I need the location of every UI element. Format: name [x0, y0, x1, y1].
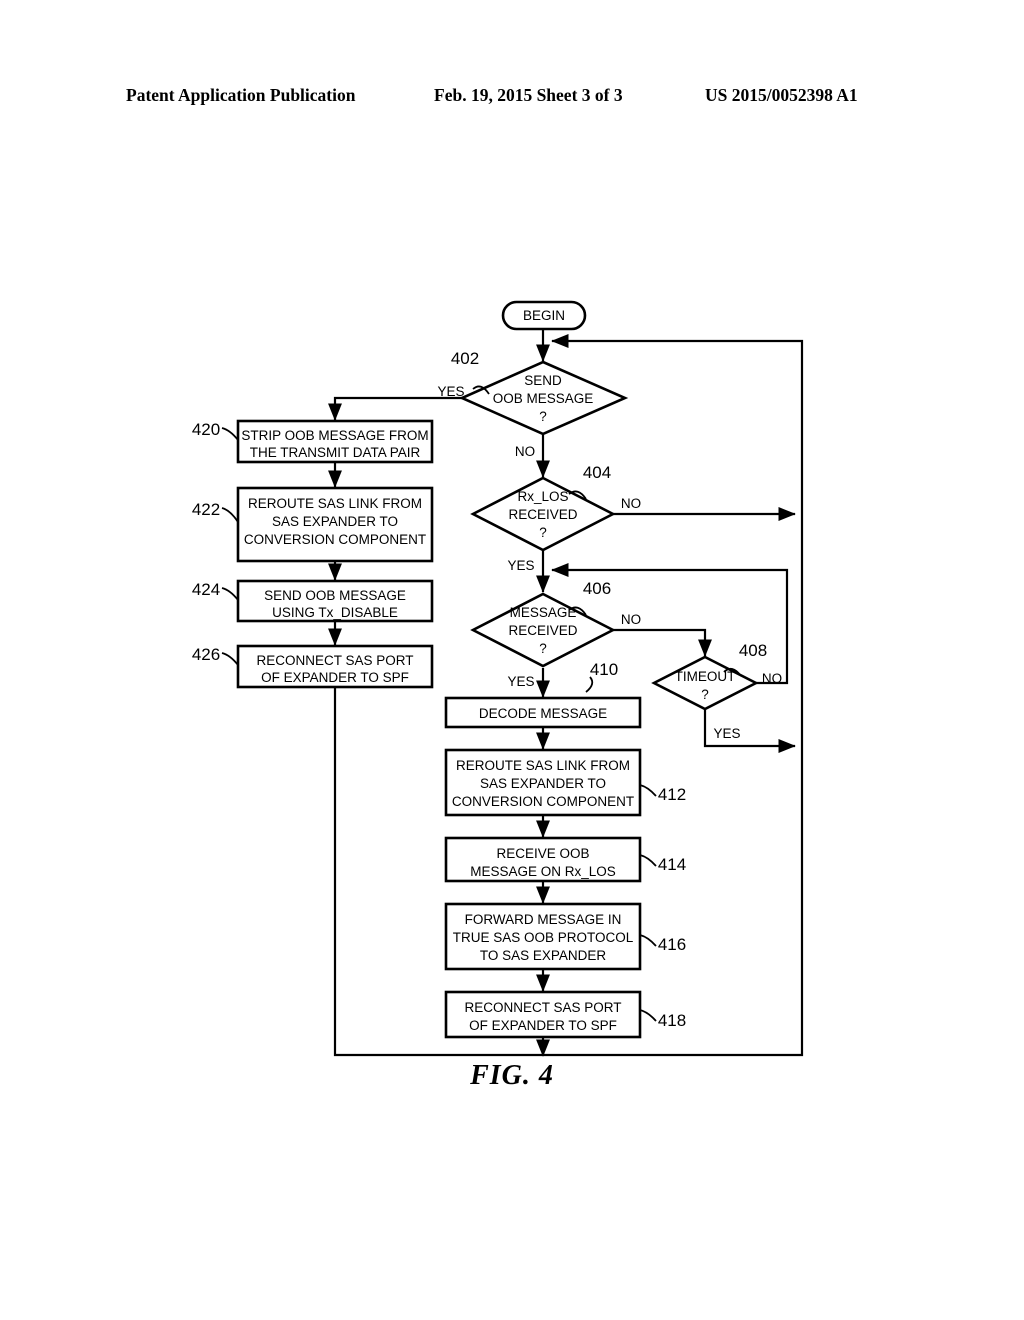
process-414-line1: RECEIVE OOB	[496, 846, 589, 861]
decision-406: MESSAGE RECEIVED ?	[470, 592, 616, 668]
ref-422: 422	[192, 500, 220, 519]
decision-404-line1: Rx_LOS	[517, 489, 568, 504]
process-426-line2: OF EXPANDER TO SPF	[261, 670, 409, 685]
leader-424	[221, 587, 239, 601]
process-416-line2: TRUE SAS OOB PROTOCOL	[453, 930, 634, 945]
decision-402-line3: ?	[539, 409, 547, 424]
decision-404: Rx_LOS RECEIVED ?	[470, 476, 616, 552]
terminator-begin: BEGIN	[501, 300, 587, 331]
connector-406-no-to-408	[613, 628, 713, 657]
branch-406-no: NO	[621, 612, 641, 627]
ref-412: 412	[658, 785, 686, 804]
process-416: FORWARD MESSAGE IN TRUE SAS OOB PROTOCOL…	[444, 902, 642, 971]
decision-408-line2: ?	[701, 687, 709, 702]
branch-406-yes: YES	[507, 674, 534, 689]
decision-402-line1: SEND	[524, 373, 562, 388]
ref-414: 414	[658, 855, 686, 874]
process-418-line1: RECONNECT SAS PORT	[464, 1000, 621, 1015]
process-416-line1: FORWARD MESSAGE IN	[465, 912, 622, 927]
decision-404-line2: RECEIVED	[508, 507, 577, 522]
process-412-line1: REROUTE SAS LINK FROM	[456, 758, 630, 773]
ref-410: 410	[590, 660, 618, 679]
branch-402-yes: YES	[437, 384, 464, 399]
decision-406-line3: ?	[539, 641, 547, 656]
process-424-line2: USING Tx_DISABLE	[272, 605, 398, 620]
process-414: RECEIVE OOB MESSAGE ON Rx_LOS	[444, 836, 642, 883]
leader-422	[221, 507, 239, 523]
ref-404: 404	[583, 463, 611, 482]
leader-414	[639, 854, 657, 867]
leader-420	[221, 427, 239, 441]
branch-404-yes: YES	[507, 558, 534, 573]
ref-426: 426	[192, 645, 220, 664]
flowchart-figure-4: BEGIN SEND OOB MESSAGE ? 402 YES NO Rx_L…	[192, 300, 804, 1057]
figure-caption: FIG. 4	[470, 1060, 554, 1091]
process-424-line1: SEND OOB MESSAGE	[264, 588, 406, 603]
patent-drawing-page: Patent Application Publication Feb. 19, …	[0, 0, 1024, 1320]
leader-410	[585, 676, 594, 693]
process-420-line2: THE TRANSMIT DATA PAIR	[250, 445, 421, 460]
ref-406: 406	[583, 579, 611, 598]
process-410: DECODE MESSAGE	[444, 696, 642, 729]
leader-412	[639, 784, 657, 797]
ref-408: 408	[739, 641, 767, 660]
process-422: REROUTE SAS LINK FROM SAS EXPANDER TO CO…	[236, 486, 434, 563]
process-412-line2: SAS EXPANDER TO	[480, 776, 606, 791]
process-412-line3: CONVERSION COMPONENT	[452, 794, 634, 809]
decision-408-line1: TIMEOUT	[675, 669, 736, 684]
ref-420: 420	[192, 420, 220, 439]
ref-416: 416	[658, 935, 686, 954]
branch-404-no: NO	[621, 496, 641, 511]
decision-402: SEND OOB MESSAGE ?	[458, 360, 629, 436]
process-418-line2: OF EXPANDER TO SPF	[469, 1018, 617, 1033]
process-422-line1: REROUTE SAS LINK FROM	[248, 496, 422, 511]
process-416-line3: TO SAS EXPANDER	[480, 948, 607, 963]
process-426-line1: RECONNECT SAS PORT	[256, 653, 413, 668]
decision-406-line1: MESSAGE	[510, 605, 577, 620]
leader-426	[221, 652, 239, 666]
process-422-line3: CONVERSION COMPONENT	[244, 532, 426, 547]
process-424: SEND OOB MESSAGE USING Tx_DISABLE	[236, 579, 434, 623]
process-422-line2: SAS EXPANDER TO	[272, 514, 398, 529]
decision-402-line2: OOB MESSAGE	[493, 391, 594, 406]
process-414-line2: MESSAGE ON Rx_LOS	[470, 864, 616, 879]
process-418: RECONNECT SAS PORT OF EXPANDER TO SPF	[444, 990, 642, 1039]
process-420-line1: STRIP OOB MESSAGE FROM	[241, 428, 428, 443]
branch-408-no: NO	[762, 671, 782, 686]
ref-402: 402	[451, 349, 479, 368]
branch-402-no: NO	[515, 444, 535, 459]
decision-408: TIMEOUT ?	[651, 655, 759, 711]
ref-418: 418	[658, 1011, 686, 1030]
decision-404-line3: ?	[539, 525, 547, 540]
process-426: RECONNECT SAS PORT OF EXPANDER TO SPF	[236, 644, 434, 689]
process-412: REROUTE SAS LINK FROM SAS EXPANDER TO CO…	[444, 748, 642, 817]
leader-416	[639, 934, 657, 947]
ref-424: 424	[192, 580, 220, 599]
decision-406-line2: RECEIVED	[508, 623, 577, 638]
process-410-line1: DECODE MESSAGE	[479, 706, 607, 721]
terminator-begin-label: BEGIN	[523, 308, 565, 323]
connector-402-yes-to-420	[327, 396, 462, 421]
process-420: STRIP OOB MESSAGE FROM THE TRANSMIT DATA…	[236, 419, 434, 464]
leader-418	[639, 1009, 657, 1022]
branch-408-yes: YES	[713, 726, 740, 741]
